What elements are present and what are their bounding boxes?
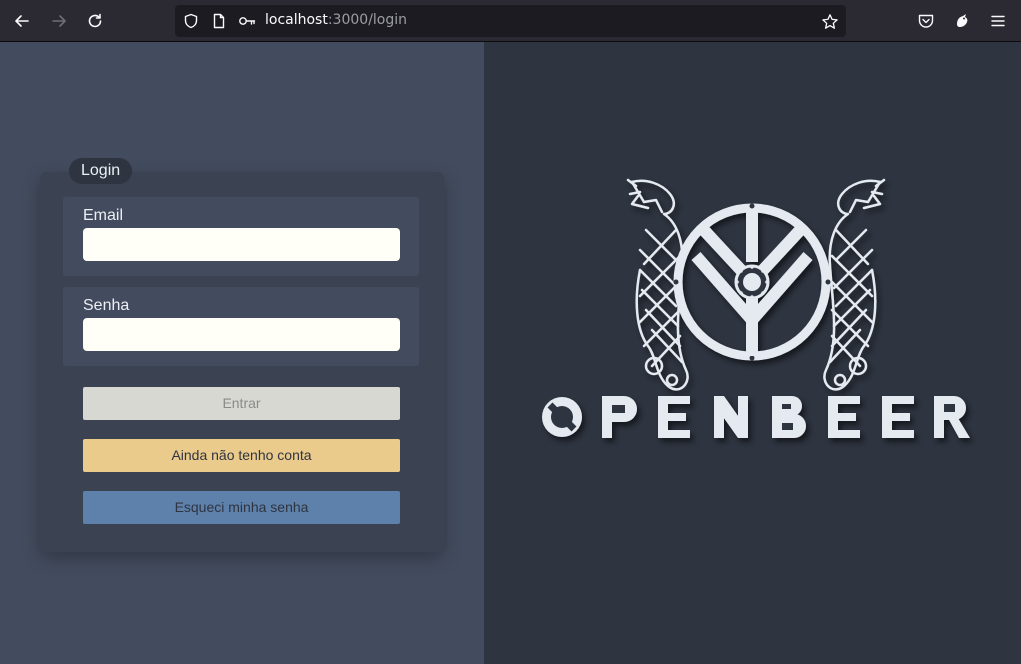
url-host: localhost bbox=[265, 12, 328, 28]
openbeer-logo bbox=[542, 178, 970, 438]
password-label: Senha bbox=[83, 297, 130, 314]
reload-icon[interactable] bbox=[83, 9, 107, 33]
email-field-group: Email bbox=[63, 197, 419, 276]
right-dragon-icon bbox=[823, 178, 886, 391]
page-icon bbox=[211, 13, 227, 29]
bookmark-star-icon[interactable] bbox=[821, 13, 838, 29]
extension-icon[interactable] bbox=[953, 12, 971, 30]
url-bar[interactable]: localhost:3000/login bbox=[175, 5, 846, 37]
openbeer-wordmark bbox=[542, 396, 970, 438]
signup-button[interactable]: Ainda não tenho conta bbox=[83, 439, 400, 472]
pocket-icon[interactable] bbox=[917, 12, 935, 30]
shield-icon[interactable] bbox=[183, 13, 199, 29]
url-text[interactable]: localhost:3000/login bbox=[265, 12, 407, 28]
login-pane: Login Email Senha Entrar Ainda não tenho… bbox=[0, 42, 484, 664]
email-field[interactable] bbox=[83, 228, 400, 261]
menu-icon[interactable] bbox=[989, 12, 1007, 30]
password-field-group: Senha bbox=[63, 287, 419, 366]
shield-emblem-icon bbox=[673, 203, 831, 361]
back-icon[interactable] bbox=[10, 9, 34, 33]
password-field[interactable] bbox=[83, 318, 400, 351]
key-icon[interactable] bbox=[238, 13, 256, 29]
forward-icon[interactable] bbox=[47, 9, 71, 33]
browser-toolbar: localhost:3000/login bbox=[0, 0, 1021, 42]
login-button[interactable]: Entrar bbox=[83, 387, 400, 420]
email-label: Email bbox=[83, 207, 124, 224]
login-legend: Login bbox=[69, 158, 133, 184]
url-path: :3000/login bbox=[327, 12, 408, 28]
forgot-password-button[interactable]: Esqueci minha senha bbox=[83, 491, 400, 524]
